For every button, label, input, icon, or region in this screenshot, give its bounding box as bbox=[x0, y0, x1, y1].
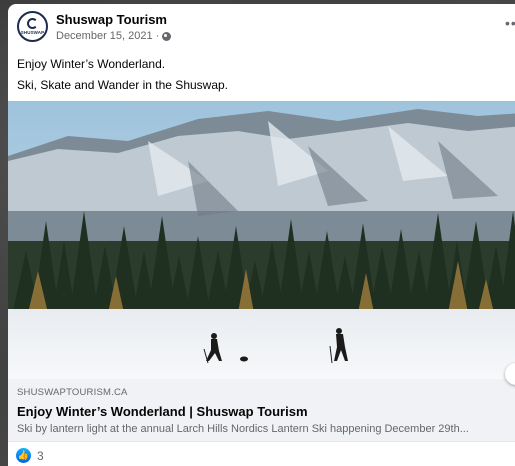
reactions-bar[interactable]: 👍 3 bbox=[16, 448, 44, 463]
link-title[interactable]: Enjoy Winter’s Wonderland | Shuswap Tour… bbox=[17, 404, 308, 419]
post-card: SHUSWAP Shuswap Tourism December 15, 202… bbox=[8, 4, 515, 466]
globe-icon bbox=[162, 31, 172, 41]
link-domain: SHUSWAPTOURISM.CA bbox=[17, 387, 128, 398]
post-photo[interactable] bbox=[8, 101, 515, 379]
ellipsis-icon[interactable]: •• bbox=[505, 16, 515, 30]
logo-swirl-icon bbox=[27, 18, 38, 29]
link-description: Ski by lantern light at the annual Larch… bbox=[17, 423, 469, 435]
post-meta: December 15, 2021 · bbox=[56, 30, 172, 42]
reaction-count[interactable]: 3 bbox=[37, 449, 44, 463]
post-header: SHUSWAP Shuswap Tourism December 15, 202… bbox=[8, 4, 515, 48]
like-icon: 👍 bbox=[16, 448, 31, 463]
post-text-line-2: Ski, Skate and Wander in the Shuswap. bbox=[17, 78, 229, 92]
avatar-brand-text: SHUSWAP bbox=[20, 30, 45, 35]
page-name-link[interactable]: Shuswap Tourism bbox=[56, 12, 167, 27]
post-text-line-1: Enjoy Winter’s Wonderland. bbox=[17, 57, 166, 71]
page-avatar[interactable]: SHUSWAP bbox=[17, 11, 48, 42]
post-date[interactable]: December 15, 2021 · bbox=[56, 30, 159, 42]
link-preview[interactable]: SHUSWAPTOURISM.CA Enjoy Winter’s Wonderl… bbox=[8, 379, 515, 441]
divider bbox=[8, 441, 515, 442]
